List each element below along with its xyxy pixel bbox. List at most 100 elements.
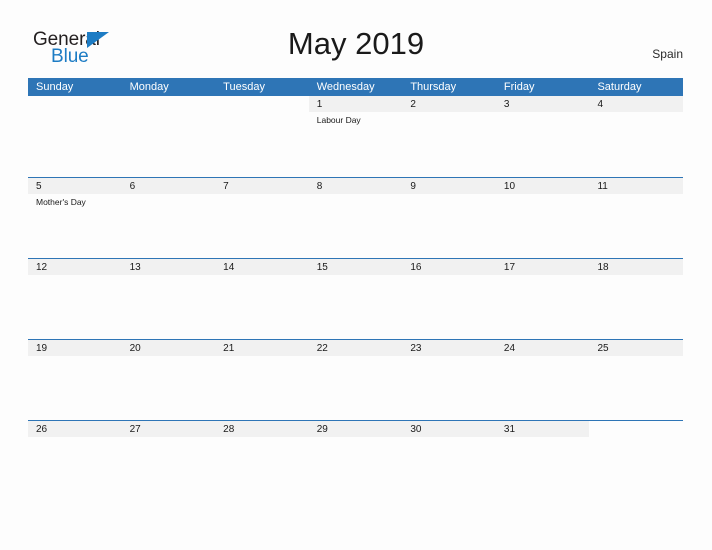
calendar-day-cell[interactable]: 12 [28,259,122,339]
day-number: 12 [36,262,48,273]
calendar-day-cell[interactable]: 17 [495,259,590,339]
day-number: 20 [129,343,141,354]
day-number: 17 [503,262,516,273]
calendar-day-cell[interactable]: 3 [495,96,590,176]
weekday-header-wednesday: Wednesday [316,81,375,93]
day-number: 30 [410,424,422,435]
weekday-header-saturday: Saturday [597,81,642,93]
calendar-day-cell-empty [28,96,122,176]
calendar-day-cell-empty [215,96,309,176]
calendar-day-cell[interactable]: 14 [215,259,309,339]
day-number: 25 [597,343,609,354]
day-number-band [589,96,684,112]
calendar-week-row: 26 27 28 29 30 31 [28,420,683,501]
calendar-day-cell[interactable]: 23 [402,340,496,420]
day-number: 3 [503,99,510,110]
calendar-day-cell[interactable]: 27 [121,421,216,501]
calendar-day-cell[interactable]: 7 [215,178,309,258]
day-number: 11 [597,181,608,192]
event-label: Labour Day [316,115,361,125]
day-number: 5 [36,181,42,192]
calendar-day-cell[interactable]: 5 Mother's Day [28,178,122,258]
day-number: 23 [410,343,422,354]
calendar-day-cell[interactable]: 19 [28,340,122,420]
day-number: 7 [223,181,229,192]
day-number-band [589,421,683,437]
day-events: Labour Day [317,114,400,126]
calendar-day-cell[interactable]: 26 [28,421,122,501]
day-number: 18 [597,262,609,273]
calendar-day-cell[interactable]: 21 [215,340,309,420]
calendar-week-row: 12 13 14 15 16 17 18 [28,258,684,339]
calendar-day-cell[interactable]: 9 [402,178,496,258]
day-number: 31 [503,424,516,435]
weekday-header-sunday: Sunday [36,81,74,93]
calendar-day-cell[interactable]: 11 [589,178,684,258]
calendar-day-cell[interactable]: 15 [308,259,403,339]
country-label: Spain [652,47,683,61]
day-number-band [28,96,122,112]
calendar-day-cell[interactable]: 8 [308,178,403,258]
day-number: 28 [223,424,235,435]
day-number-band [122,96,216,112]
day-number: 19 [36,343,48,354]
weekday-header-thursday: Thursday [410,81,457,93]
calendar-week-row: 5 Mother's Day 6 7 8 9 10 11 [28,177,684,258]
day-number: 4 [597,99,604,110]
day-number: 24 [503,343,516,354]
day-number: 13 [129,262,141,273]
calendar-day-cell[interactable]: 1 Labour Day [308,96,403,176]
day-number-band [402,178,496,194]
calendar-day-cell[interactable]: 29 [308,421,403,501]
calendar-day-cell[interactable]: 13 [121,259,216,339]
day-number: 9 [410,181,416,192]
day-number: 26 [36,424,48,435]
calendar-day-cell[interactable]: 30 [402,421,496,501]
calendar-weeks: 1 Labour Day 2 3 4 5 Mother's Day 6 7 8 9 10 11 12 13 1… [28,96,684,501]
day-number: 6 [129,181,136,192]
day-number: 8 [316,181,323,192]
weekday-header-row: Sunday Monday Tuesday Wednesday Thursday Frid… [28,78,683,96]
day-number: 1 [316,99,323,110]
calendar-day-cell[interactable]: 25 [589,340,684,420]
day-events: Mother's Day [36,196,119,208]
calendar-day-cell[interactable]: 4 [589,96,684,176]
calendar-day-cell[interactable]: 18 [589,259,684,339]
day-number: 29 [316,424,328,435]
day-number-band [495,96,590,112]
day-number: 2 [410,99,416,110]
calendar-day-cell[interactable]: 2 [402,96,496,176]
weekday-header-monday: Monday [129,81,169,93]
day-number-band [215,96,309,112]
page-header: General Blue May 2019 Spain [0,0,712,76]
calendar-day-cell[interactable]: 6 [121,178,216,258]
calendar-page: General Blue May 2019 Spain Sunday Monday… [0,0,712,550]
day-number: 15 [316,262,328,273]
day-number-band [215,178,309,194]
calendar-week-row: 1 Labour Day 2 3 4 [28,96,684,177]
day-number-band [308,178,403,194]
day-number: 14 [223,262,235,273]
calendar-day-cell[interactable]: 31 [495,421,590,501]
day-number-band [402,96,496,112]
day-number: 21 [223,343,235,354]
day-number-band [308,96,403,112]
day-number-band [121,178,216,194]
day-number: 27 [129,424,141,435]
calendar-day-cell[interactable]: 24 [495,340,590,420]
calendar-day-cell-empty [122,96,216,176]
calendar-day-cell[interactable]: 20 [121,340,216,420]
calendar-day-cell-empty [589,421,683,501]
day-number: 22 [316,343,328,354]
weekday-header-tuesday: Tuesday [223,81,265,93]
page-title: May 2019 [287,26,425,61]
calendar-week-row: 19 20 21 22 23 24 25 [28,339,684,420]
calendar-day-cell[interactable]: 22 [308,340,403,420]
calendar-day-cell[interactable]: 10 [495,178,590,258]
calendar-grid: Sunday Monday Tuesday Wednesday Thursday Frid… [28,78,684,501]
weekday-header-friday: Friday [503,81,535,93]
calendar-day-cell[interactable]: 16 [402,259,496,339]
event-label: Mother's Day [36,197,86,207]
day-number-band [28,178,122,194]
calendar-day-cell[interactable]: 28 [215,421,309,501]
